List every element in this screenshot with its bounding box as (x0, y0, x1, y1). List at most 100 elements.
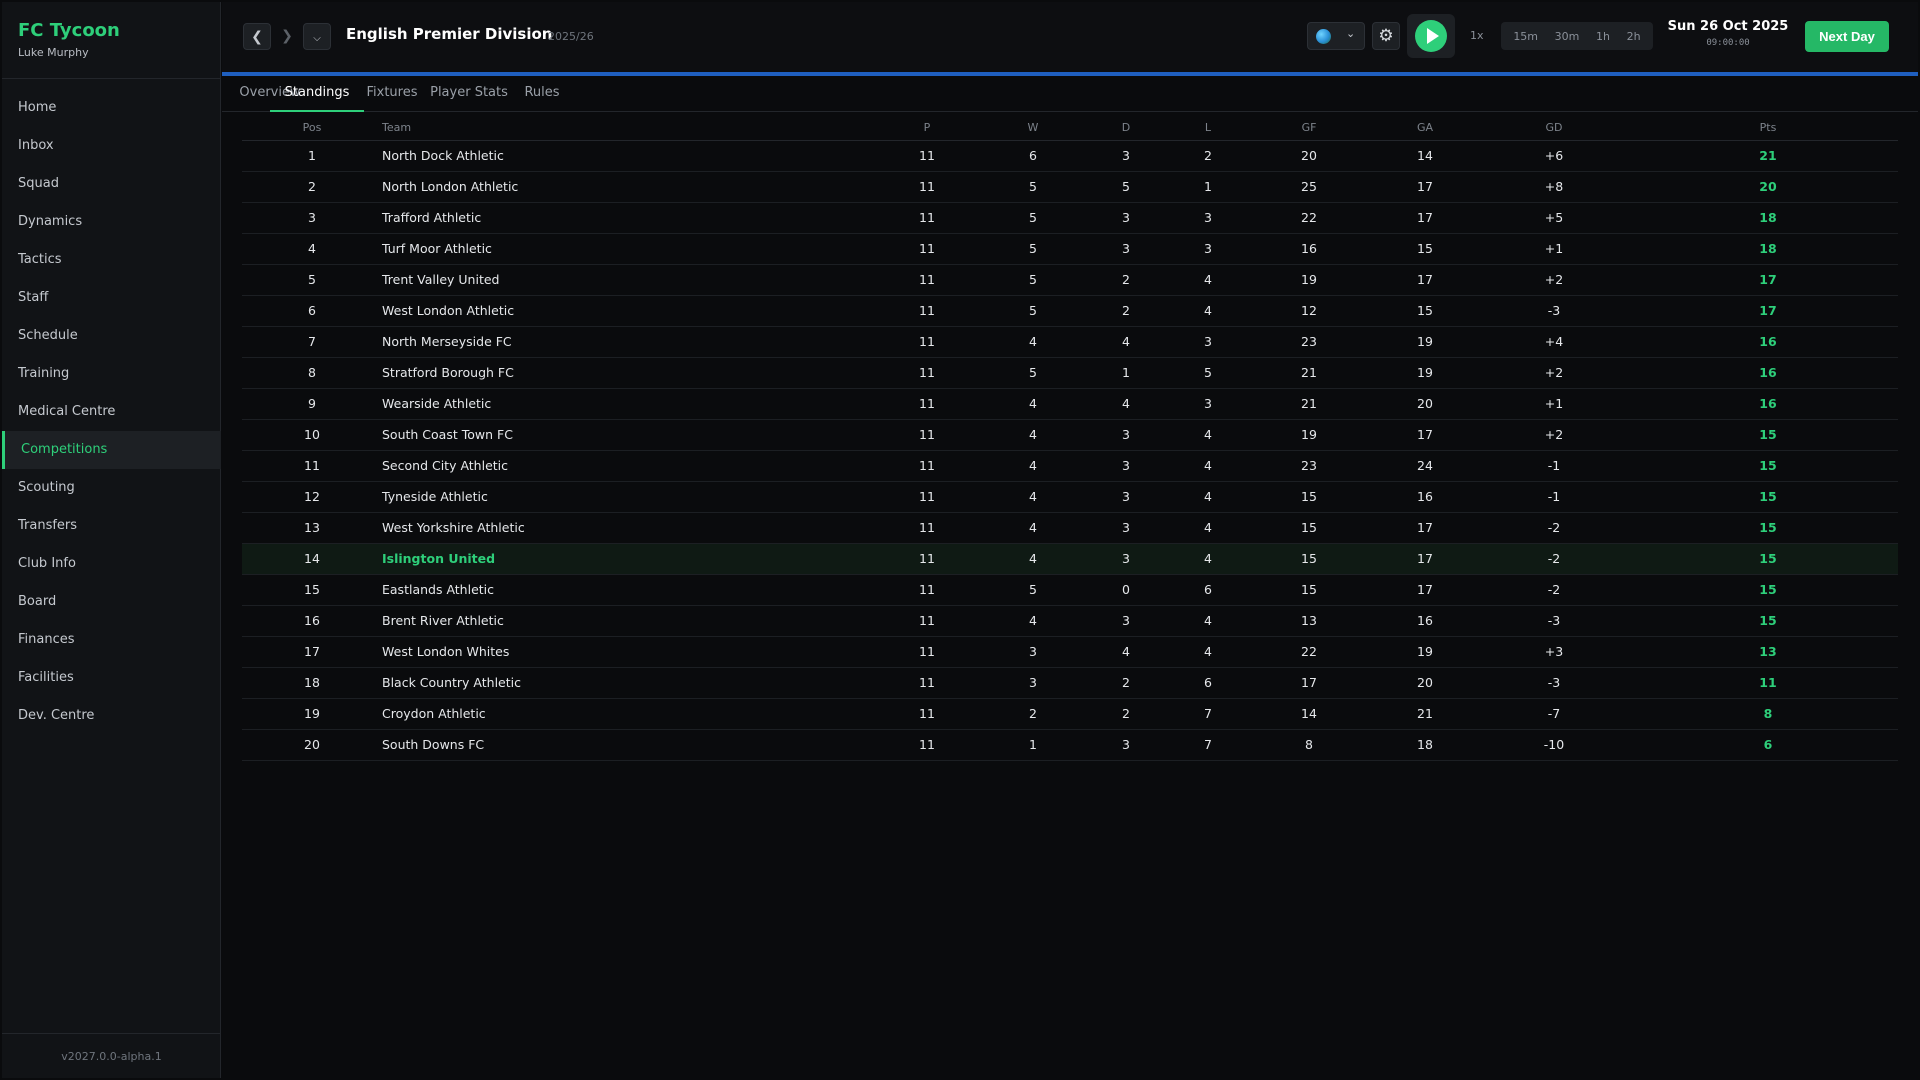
settings-button[interactable]: ⚙ (1372, 22, 1400, 50)
tab-fixtures[interactable]: Fixtures (358, 76, 426, 112)
tab-rules[interactable]: Rules (516, 76, 568, 112)
language-selector[interactable]: ⌄ (1307, 22, 1365, 50)
cell-team[interactable]: North London Athletic (382, 171, 862, 203)
cell-pts: 11 (1638, 667, 1898, 699)
sidebar-item-facilities[interactable]: Facilities (2, 659, 221, 697)
sidebar-item-training[interactable]: Training (2, 355, 221, 393)
cell-team[interactable]: North Dock Athletic (382, 140, 862, 172)
sidebar-item-inbox[interactable]: Inbox (2, 127, 221, 165)
cell-team[interactable]: Eastlands Athletic (382, 574, 862, 606)
forward-button[interactable]: ❯ (273, 23, 301, 50)
table-row[interactable]: 7 North Merseyside FC 11 4 4 3 23 19 +4 16 (242, 326, 1898, 358)
column-header-gd[interactable]: GD (1470, 115, 1638, 141)
table-row[interactable]: 6 West London Athletic 11 5 2 4 12 15 -3 17 (242, 295, 1898, 327)
speed-label[interactable]: 1x (1470, 29, 1484, 42)
back-button[interactable]: ❮ (243, 23, 271, 50)
column-header-team[interactable]: Team (382, 115, 862, 141)
cell-gd: -2 (1470, 543, 1638, 575)
cell-team[interactable]: South Coast Town FC (382, 419, 862, 451)
table-row[interactable]: 1 North Dock Athletic 11 6 3 2 20 14 +6 21 (242, 140, 1898, 172)
cell-team[interactable]: West Yorkshire Athletic (382, 512, 862, 544)
cell-team[interactable]: Tyneside Athletic (382, 481, 862, 513)
table-row[interactable]: 4 Turf Moor Athletic 11 5 3 3 16 15 +1 18 (242, 233, 1898, 265)
cell-pos: 2 (242, 171, 382, 203)
cell-p: 11 (862, 202, 992, 234)
cell-team[interactable]: South Downs FC (382, 729, 862, 761)
sidebar-item-transfers[interactable]: Transfers (2, 507, 221, 545)
table-row[interactable]: 2 North London Athletic 11 5 5 1 25 17 +8 20 (242, 171, 1898, 203)
cell-team[interactable]: West London Athletic (382, 295, 862, 327)
time-step-1h-button[interactable]: 1h (1596, 30, 1610, 43)
sidebar-item-dev-centre[interactable]: Dev. Centre (2, 697, 221, 735)
column-header-ga[interactable]: GA (1380, 115, 1470, 141)
cell-w: 4 (992, 419, 1074, 451)
sidebar-item-dynamics[interactable]: Dynamics (2, 203, 221, 241)
cell-gd: +2 (1470, 357, 1638, 389)
next-day-button[interactable]: Next Day (1805, 21, 1889, 52)
cell-team[interactable]: Croydon Athletic (382, 698, 862, 730)
cell-ga: 17 (1380, 512, 1470, 544)
sidebar-item-competitions[interactable]: Competitions (2, 431, 221, 469)
cell-team[interactable]: West London Whites (382, 636, 862, 668)
cell-team[interactable]: Turf Moor Athletic (382, 233, 862, 265)
column-header-pts[interactable]: Pts (1638, 115, 1898, 141)
sidebar-item-squad[interactable]: Squad (2, 165, 221, 203)
standings-table-container: Pos Team P W D L GF GA GD Pts 1 North Dock Athleti… (242, 115, 1898, 761)
sidebar-item-club-info[interactable]: Club Info (2, 545, 221, 583)
table-row[interactable]: 17 West London Whites 11 3 4 4 22 19 +3 13 (242, 636, 1898, 668)
cell-team[interactable]: Stratford Borough FC (382, 357, 862, 389)
table-row[interactable]: 3 Trafford Athletic 11 5 3 3 22 17 +5 18 (242, 202, 1898, 234)
sidebar-item-schedule[interactable]: Schedule (2, 317, 221, 355)
table-row[interactable]: 10 South Coast Town FC 11 4 3 4 19 17 +2 15 (242, 419, 1898, 451)
table-row[interactable]: 18 Black Country Athletic 11 3 2 6 17 20 -3 11 (242, 667, 1898, 699)
table-row[interactable]: 11 Second City Athletic 11 4 3 4 23 24 -1 15 (242, 450, 1898, 482)
play-button[interactable] (1407, 14, 1455, 58)
history-button[interactable]: ⌵ (303, 23, 331, 50)
table-row[interactable]: 12 Tyneside Athletic 11 4 3 4 15 16 -1 15 (242, 481, 1898, 513)
column-header-p[interactable]: P (862, 115, 992, 141)
cell-d: 3 (1074, 543, 1178, 575)
cell-pts: 18 (1638, 233, 1898, 265)
table-row[interactable]: 9 Wearside Athletic 11 4 4 3 21 20 +1 16 (242, 388, 1898, 420)
cell-team[interactable]: North Merseyside FC (382, 326, 862, 358)
cell-d: 2 (1074, 667, 1178, 699)
sidebar-item-finances[interactable]: Finances (2, 621, 221, 659)
cell-gf: 25 (1238, 171, 1380, 203)
table-row[interactable]: 5 Trent Valley United 11 5 2 4 19 17 +2 17 (242, 264, 1898, 296)
sidebar-item-board[interactable]: Board (2, 583, 221, 621)
column-header-d[interactable]: D (1074, 115, 1178, 141)
table-row[interactable]: 8 Stratford Borough FC 11 5 1 5 21 19 +2 16 (242, 357, 1898, 389)
table-row[interactable]: 20 South Downs FC 11 1 3 7 8 18 -10 6 (242, 729, 1898, 761)
table-row[interactable]: 16 Brent River Athletic 11 4 3 4 13 16 -3 15 (242, 605, 1898, 637)
cell-team[interactable]: Wearside Athletic (382, 388, 862, 420)
cell-d: 3 (1074, 481, 1178, 513)
column-header-pos[interactable]: Pos (242, 115, 382, 141)
table-row[interactable]: 14 Islington United 11 4 3 4 15 17 -2 15 (242, 543, 1898, 575)
sidebar-item-tactics[interactable]: Tactics (2, 241, 221, 279)
cell-gf: 15 (1238, 574, 1380, 606)
cell-pts: 6 (1638, 729, 1898, 761)
column-header-w[interactable]: W (992, 115, 1074, 141)
cell-team[interactable]: Brent River Athletic (382, 605, 862, 637)
table-row[interactable]: 15 Eastlands Athletic 11 5 0 6 15 17 -2 15 (242, 574, 1898, 606)
table-row[interactable]: 19 Croydon Athletic 11 2 2 7 14 21 -7 8 (242, 698, 1898, 730)
sidebar-item-home[interactable]: Home (2, 89, 221, 127)
column-header-gf[interactable]: GF (1238, 115, 1380, 141)
cell-team[interactable]: Black Country Athletic (382, 667, 862, 699)
cell-team[interactable]: Second City Athletic (382, 450, 862, 482)
sidebar-item-staff[interactable]: Staff (2, 279, 221, 317)
cell-team[interactable]: Trafford Athletic (382, 202, 862, 234)
cell-pts: 17 (1638, 295, 1898, 327)
time-step-15m-button[interactable]: 15m (1513, 30, 1538, 43)
sidebar-item-medical-centre[interactable]: Medical Centre (2, 393, 221, 431)
time-step-2h-button[interactable]: 2h (1627, 30, 1641, 43)
tab-standings[interactable]: Standings (270, 76, 364, 112)
table-row[interactable]: 13 West Yorkshire Athletic 11 4 3 4 15 17 -2 15 (242, 512, 1898, 544)
cell-gd: -3 (1470, 605, 1638, 637)
tab-player-stats[interactable]: Player Stats (422, 76, 516, 112)
cell-team[interactable]: Trent Valley United (382, 264, 862, 296)
sidebar-item-scouting[interactable]: Scouting (2, 469, 221, 507)
time-step-30m-button[interactable]: 30m (1555, 30, 1580, 43)
cell-team[interactable]: Islington United (382, 543, 862, 575)
column-header-l[interactable]: L (1178, 115, 1238, 141)
